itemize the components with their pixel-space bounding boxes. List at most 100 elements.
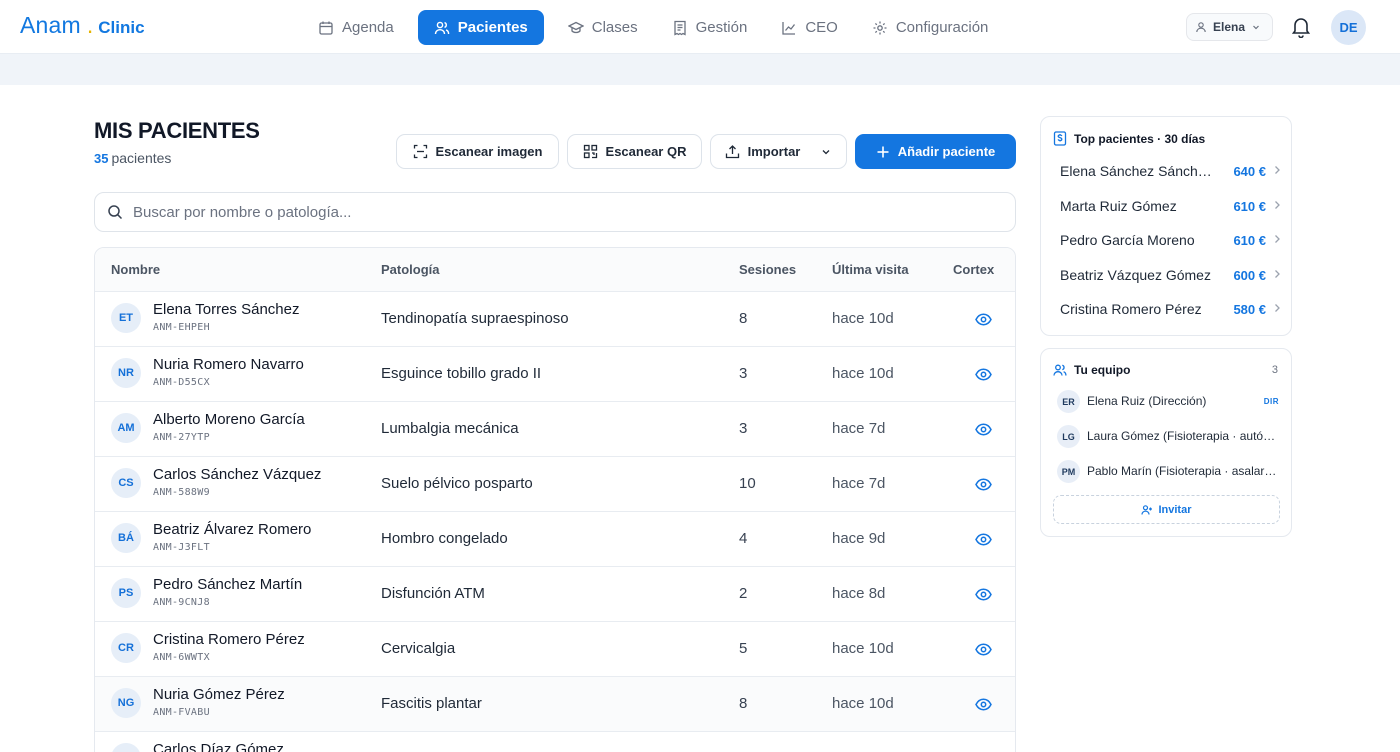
patient-sessions: 2 — [739, 585, 748, 602]
patient-name[interactable]: Nuria Romero Navarro — [153, 356, 304, 373]
add-patient-label: Añadir paciente — [897, 144, 996, 159]
add-patient-button[interactable]: Añadir paciente — [855, 134, 1016, 169]
plus-icon — [877, 146, 889, 157]
search-input[interactable] — [133, 203, 933, 221]
top-patients-title: Top pacientes · 30 días — [1053, 131, 1205, 146]
team-member[interactable]: PM Pablo Marín (Fisioterapia · asalariado… — [1057, 460, 1281, 484]
patient-code: ANM-9CNJ8 — [153, 597, 210, 608]
nav-label: Gestión — [695, 19, 748, 36]
patient-name[interactable]: Alberto Moreno García — [153, 411, 305, 428]
scan-image-label: Escanear imagen — [435, 144, 543, 159]
import-dropdown[interactable]: Importar — [710, 134, 847, 169]
top-patient-item[interactable]: Elena Sánchez Sánchez 640 € — [1060, 161, 1282, 181]
chevron-right-icon — [1275, 269, 1280, 278]
patient-last-visit: hace 10d — [832, 640, 894, 657]
patient-sessions: 3 — [739, 365, 748, 382]
patient-sessions: 5 — [739, 640, 748, 657]
table-row[interactable]: CD Carlos Díaz Gómez — [95, 732, 1015, 752]
eye-icon[interactable] — [975, 531, 992, 548]
nav-item-agenda[interactable]: Agenda — [308, 10, 404, 45]
table-row[interactable]: ET Elena Torres Sánchez ANM-EHPEH Tendinopa… — [95, 292, 1015, 347]
top-patient-name: Elena Sánchez Sánchez — [1060, 163, 1212, 179]
gear-icon — [873, 21, 887, 34]
nav-label: Clases — [591, 19, 638, 36]
top-patient-item[interactable]: Marta Ruiz Gómez 610 € — [1060, 196, 1282, 216]
patient-code: ANM-588W9 — [153, 487, 210, 498]
nav-label: Pacientes — [457, 19, 528, 36]
patient-pathology: Lumbalgia mecánica — [381, 420, 519, 437]
patients-table: Nombre Patología Sesiones Última visita … — [94, 247, 1016, 752]
table-header: Nombre Patología Sesiones Última visita … — [95, 248, 1015, 292]
bell-icon[interactable] — [1291, 16, 1311, 38]
eye-icon[interactable] — [975, 311, 992, 328]
nav-item-ceo[interactable]: CEO — [771, 10, 848, 45]
patient-name[interactable]: Elena Torres Sánchez — [153, 301, 299, 318]
patient-last-visit: hace 9d — [832, 530, 886, 547]
member-badge: DIR — [1263, 397, 1279, 406]
eye-icon[interactable] — [975, 586, 992, 603]
nav-item-clases[interactable]: Clases — [558, 10, 648, 45]
top-patient-name: Beatriz Vázquez Gómez — [1060, 266, 1211, 283]
eye-icon[interactable] — [975, 696, 992, 713]
member-avatar: ER — [1057, 390, 1080, 413]
nav-item-gestion[interactable]: Gestión — [662, 10, 758, 45]
team-title: Tu equipo — [1053, 363, 1130, 377]
patient-last-visit: hace 7d — [832, 420, 886, 437]
user-switcher[interactable]: Elena — [1186, 13, 1273, 41]
users-icon — [434, 21, 450, 34]
nav-label: CEO — [805, 19, 838, 36]
patient-code: ANM-27YTP — [153, 432, 210, 443]
top-patient-item[interactable]: Pedro García Moreno 610 € — [1060, 230, 1282, 250]
chevron-right-icon — [1275, 304, 1280, 312]
team-member[interactable]: ER Elena Ruiz (Dirección) DIR — [1057, 390, 1281, 414]
header-last-visit[interactable]: Última visita — [832, 262, 909, 277]
table-row[interactable]: CR Cristina Romero Pérez ANM-6WWTX Cervical… — [95, 622, 1015, 677]
patient-name[interactable]: Carlos Díaz Gómez — [153, 741, 284, 752]
team-count: 3 — [1271, 364, 1278, 376]
eye-icon[interactable] — [975, 366, 992, 383]
nav-item-configuracion[interactable]: Configuración — [862, 10, 999, 45]
header-name[interactable]: Nombre — [111, 262, 160, 277]
brand-logo[interactable]: Anam . Clinic — [20, 12, 145, 39]
table-row[interactable]: NG Nuria Gómez Pérez ANM-FVABU Fascitis pla… — [95, 677, 1015, 732]
table-row[interactable]: AM Alberto Moreno García ANM-27YTP Lumbalgi… — [95, 402, 1015, 457]
brand-dot: . — [86, 12, 94, 38]
table-row[interactable]: NR Nuria Romero Navarro ANM-D55CX Esguince … — [95, 347, 1015, 402]
top-patient-item[interactable]: Beatriz Vázquez Gómez 600 € — [1060, 265, 1282, 285]
patient-count: 35 pacientes — [94, 150, 171, 166]
team-card: Tu equipo 3 ER Elena Ruiz (Dirección) DIR L… — [1040, 348, 1292, 537]
team-member[interactable]: LG Laura Gómez (Fisioterapia · autónoma) — [1057, 425, 1281, 449]
scan-qr-button[interactable]: Escanear QR — [567, 134, 702, 169]
table-row[interactable]: BÁ Beatriz Álvarez Romero ANM-J3FLT Hombro … — [95, 512, 1015, 567]
top-patient-item[interactable]: Cristina Romero Pérez 580 € — [1060, 299, 1282, 319]
patient-avatar: AM — [111, 413, 141, 443]
header-pathology[interactable]: Patología — [381, 262, 440, 277]
patient-name[interactable]: Pedro Sánchez Martín — [153, 576, 302, 593]
invite-label: Invitar — [1158, 503, 1192, 516]
users-icon — [1053, 364, 1067, 376]
chevron-right-icon — [1275, 166, 1280, 174]
nav-item-pacientes[interactable]: Pacientes — [417, 10, 544, 45]
patient-name[interactable]: Cristina Romero Pérez — [153, 631, 305, 648]
avatar[interactable]: DE — [1331, 10, 1366, 45]
table-row[interactable]: CS Carlos Sánchez Vázquez ANM-588W9 Suelo p… — [95, 457, 1015, 512]
top-patient-value: 610 € — [1233, 233, 1266, 248]
invite-button[interactable]: Invitar — [1053, 495, 1280, 524]
receipt-icon — [673, 20, 686, 36]
top-patient-value: 640 € — [1233, 164, 1266, 179]
patient-name[interactable]: Carlos Sánchez Vázquez — [153, 466, 321, 483]
top-patients-card: Top pacientes · 30 días Elena Sánchez Sá… — [1040, 116, 1292, 336]
patient-sessions: 10 — [739, 475, 756, 492]
table-row[interactable]: PS Pedro Sánchez Martín ANM-9CNJ8 Disfunció… — [95, 567, 1015, 622]
eye-icon[interactable] — [975, 421, 992, 438]
patient-pathology: Tendinopatía supraespinoso — [381, 310, 569, 327]
top-patient-name: Cristina Romero Pérez — [1060, 301, 1202, 317]
header-sessions[interactable]: Sesiones — [739, 262, 796, 277]
eye-icon[interactable] — [975, 476, 992, 493]
patient-pathology: Cervicalgia — [381, 640, 456, 657]
calendar-icon — [319, 21, 333, 35]
scan-image-button[interactable]: Escanear imagen — [396, 134, 559, 169]
patient-name[interactable]: Nuria Gómez Pérez — [153, 686, 285, 703]
eye-icon[interactable] — [975, 641, 992, 658]
patient-name[interactable]: Beatriz Álvarez Romero — [153, 521, 311, 538]
